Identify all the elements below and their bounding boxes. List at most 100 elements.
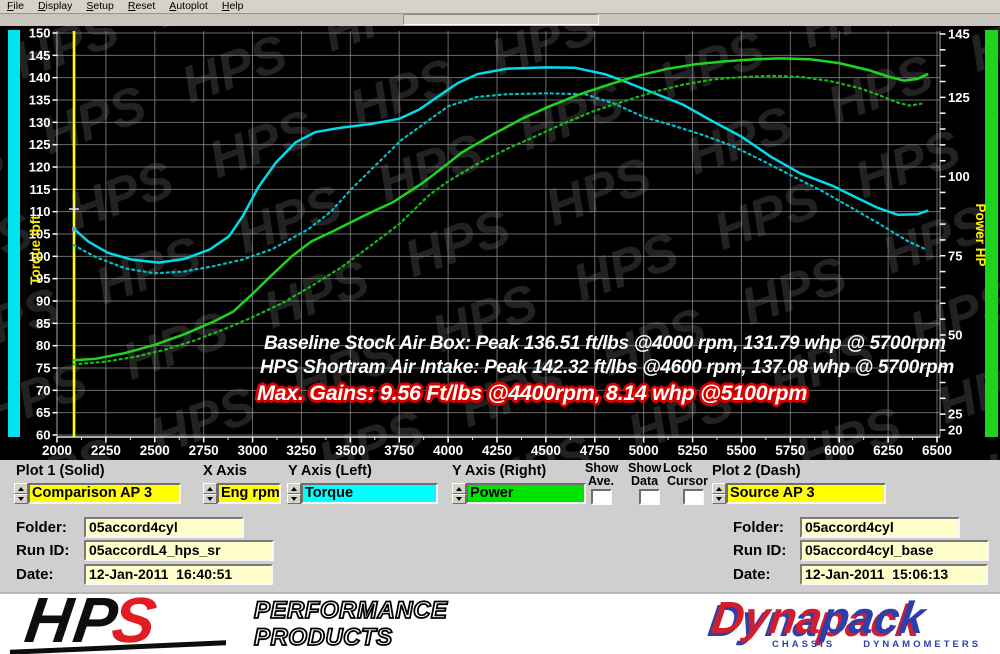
yaxis-right-combo: Power [452,483,586,504]
svg-text:6250: 6250 [873,443,903,458]
svg-text:150: 150 [29,26,51,41]
xaxis-value[interactable]: Eng rpm [217,483,281,504]
svg-text:2500: 2500 [140,443,170,458]
svg-text:100: 100 [948,169,970,184]
svg-text:120: 120 [29,160,51,175]
runid-field-left[interactable]: 05accordL4_hps_sr [84,540,274,561]
torque-axis-title: Torque lbft [28,215,43,285]
svg-text:25: 25 [948,407,962,422]
spin-down-icon[interactable] [287,494,301,505]
yaxis-left-spinner[interactable] [287,483,301,504]
spin-up-icon[interactable] [14,483,28,494]
svg-text:145: 145 [29,48,51,63]
hps-logo: HPS [21,584,163,654]
svg-text:140: 140 [29,70,51,85]
date-field-left[interactable]: 12-Jan-2011 16:40:51 [84,564,273,585]
svg-text:125: 125 [948,90,970,105]
folder-label-left: Folder: [16,519,67,536]
plot1-label: Plot 1 (Solid) [16,463,105,479]
svg-text:60: 60 [36,428,50,443]
svg-text:5250: 5250 [678,443,708,458]
svg-text:2750: 2750 [189,443,219,458]
yaxis-right-spinner[interactable] [452,483,466,504]
yaxis-right-value[interactable]: Power [466,483,586,504]
svg-text:75: 75 [948,248,962,263]
annotation-max-gains: Max. Gains: 9.56 Ft/lbs @4400rpm, 8.14 w… [257,381,807,406]
svg-text:20: 20 [948,423,962,438]
xaxis-combo: Eng rpm [203,483,281,504]
power-axis-title: Power HP [973,203,988,266]
svg-text:6000: 6000 [824,443,854,458]
svg-text:3250: 3250 [286,443,316,458]
menu-item-display[interactable]: Display [31,0,79,13]
spin-down-icon[interactable] [452,494,466,505]
menu-bar: FileDisplaySetupResetAutoplotHelp [0,0,1000,14]
plot1-spinner[interactable] [14,483,28,504]
yaxis-right-label: Y Axis (Right) [452,463,546,479]
svg-text:4250: 4250 [482,443,512,458]
svg-text:130: 130 [29,115,51,130]
plot1-combo: Comparison AP 3 [14,483,181,504]
show-data-label-bottom: Data [631,474,658,488]
date-label-right: Date: [733,566,771,583]
menu-item-help[interactable]: Help [215,0,251,13]
annotation-hps-peak: HPS Shortram Air Intake: Peak 142.32 ft/… [260,357,954,379]
svg-text:65: 65 [36,405,50,420]
runid-field-right[interactable]: 05accord4cyl_base [800,540,989,561]
runid-label-right: Run ID: [733,542,786,559]
spin-down-icon[interactable] [203,494,217,505]
hps-products-text: PRODUCTS [254,624,393,652]
svg-text:6500: 6500 [922,443,952,458]
svg-text:3500: 3500 [335,443,365,458]
svg-text:3000: 3000 [238,443,268,458]
menu-item-setup[interactable]: Setup [79,0,120,13]
runid-label-left: Run ID: [16,542,69,559]
lock-cursor-label-top: Lock [663,461,692,475]
svg-text:75: 75 [36,361,50,376]
plot2-spinner[interactable] [712,483,726,504]
svg-text:50: 50 [948,327,962,342]
xaxis-label: X Axis [203,463,247,479]
plot2-combo: Source AP 3 [712,483,886,504]
xaxis-spinner[interactable] [203,483,217,504]
spin-up-icon[interactable] [452,483,466,494]
svg-text:5500: 5500 [726,443,756,458]
date-field-right[interactable]: 12-Jan-2011 15:06:13 [800,564,988,585]
svg-text:85: 85 [36,316,50,331]
comparison-inset-panel [403,14,599,25]
show-ave-checkbox[interactable] [591,489,612,505]
spin-up-icon[interactable] [203,483,217,494]
show-data-label-top: Show [628,461,661,475]
plot1-value[interactable]: Comparison AP 3 [28,483,181,504]
show-ave-label-top: Show [585,461,618,475]
lock-cursor-checkbox[interactable] [683,489,704,505]
folder-field-left[interactable]: 05accord4cyl [84,517,244,538]
show-data-checkbox[interactable] [639,489,660,505]
svg-text:3750: 3750 [384,443,414,458]
menu-item-file[interactable]: File [0,0,31,13]
dynapack-logo-pack: pack [819,592,929,643]
svg-text:115: 115 [30,182,51,197]
plot2-value[interactable]: Source AP 3 [726,483,886,504]
spin-down-icon[interactable] [14,494,28,505]
annotation-baseline-peak: Baseline Stock Air Box: Peak 136.51 ft/l… [264,333,946,355]
logo-band: HPS PERFORMANCE PRODUCTS Dynapack CHASSI… [0,592,1000,654]
date-label-left: Date: [16,566,54,583]
svg-text:2000: 2000 [42,443,72,458]
spin-up-icon[interactable] [287,483,301,494]
show-ave-label-bottom: Ave. [588,474,614,488]
control-panel: Plot 1 (Solid) X Axis Y Axis (Left) Y Ax… [0,460,1000,592]
spin-down-icon[interactable] [712,494,726,505]
svg-text:5750: 5750 [775,443,805,458]
spin-up-icon[interactable] [712,483,726,494]
menu-item-reset[interactable]: Reset [121,0,162,13]
dyno-chart: HPS 606570758085909510010511011512012513… [0,26,1000,460]
yaxis-left-value[interactable]: Torque [301,483,438,504]
folder-field-right[interactable]: 05accord4cyl [800,517,960,538]
menu-item-autoplot[interactable]: Autoplot [162,0,215,13]
svg-text:135: 135 [29,93,51,108]
svg-text:2250: 2250 [91,443,121,458]
svg-text:80: 80 [36,338,50,353]
svg-text:4750: 4750 [580,443,610,458]
dynapack-logo-dyna: Dyna [708,592,825,643]
